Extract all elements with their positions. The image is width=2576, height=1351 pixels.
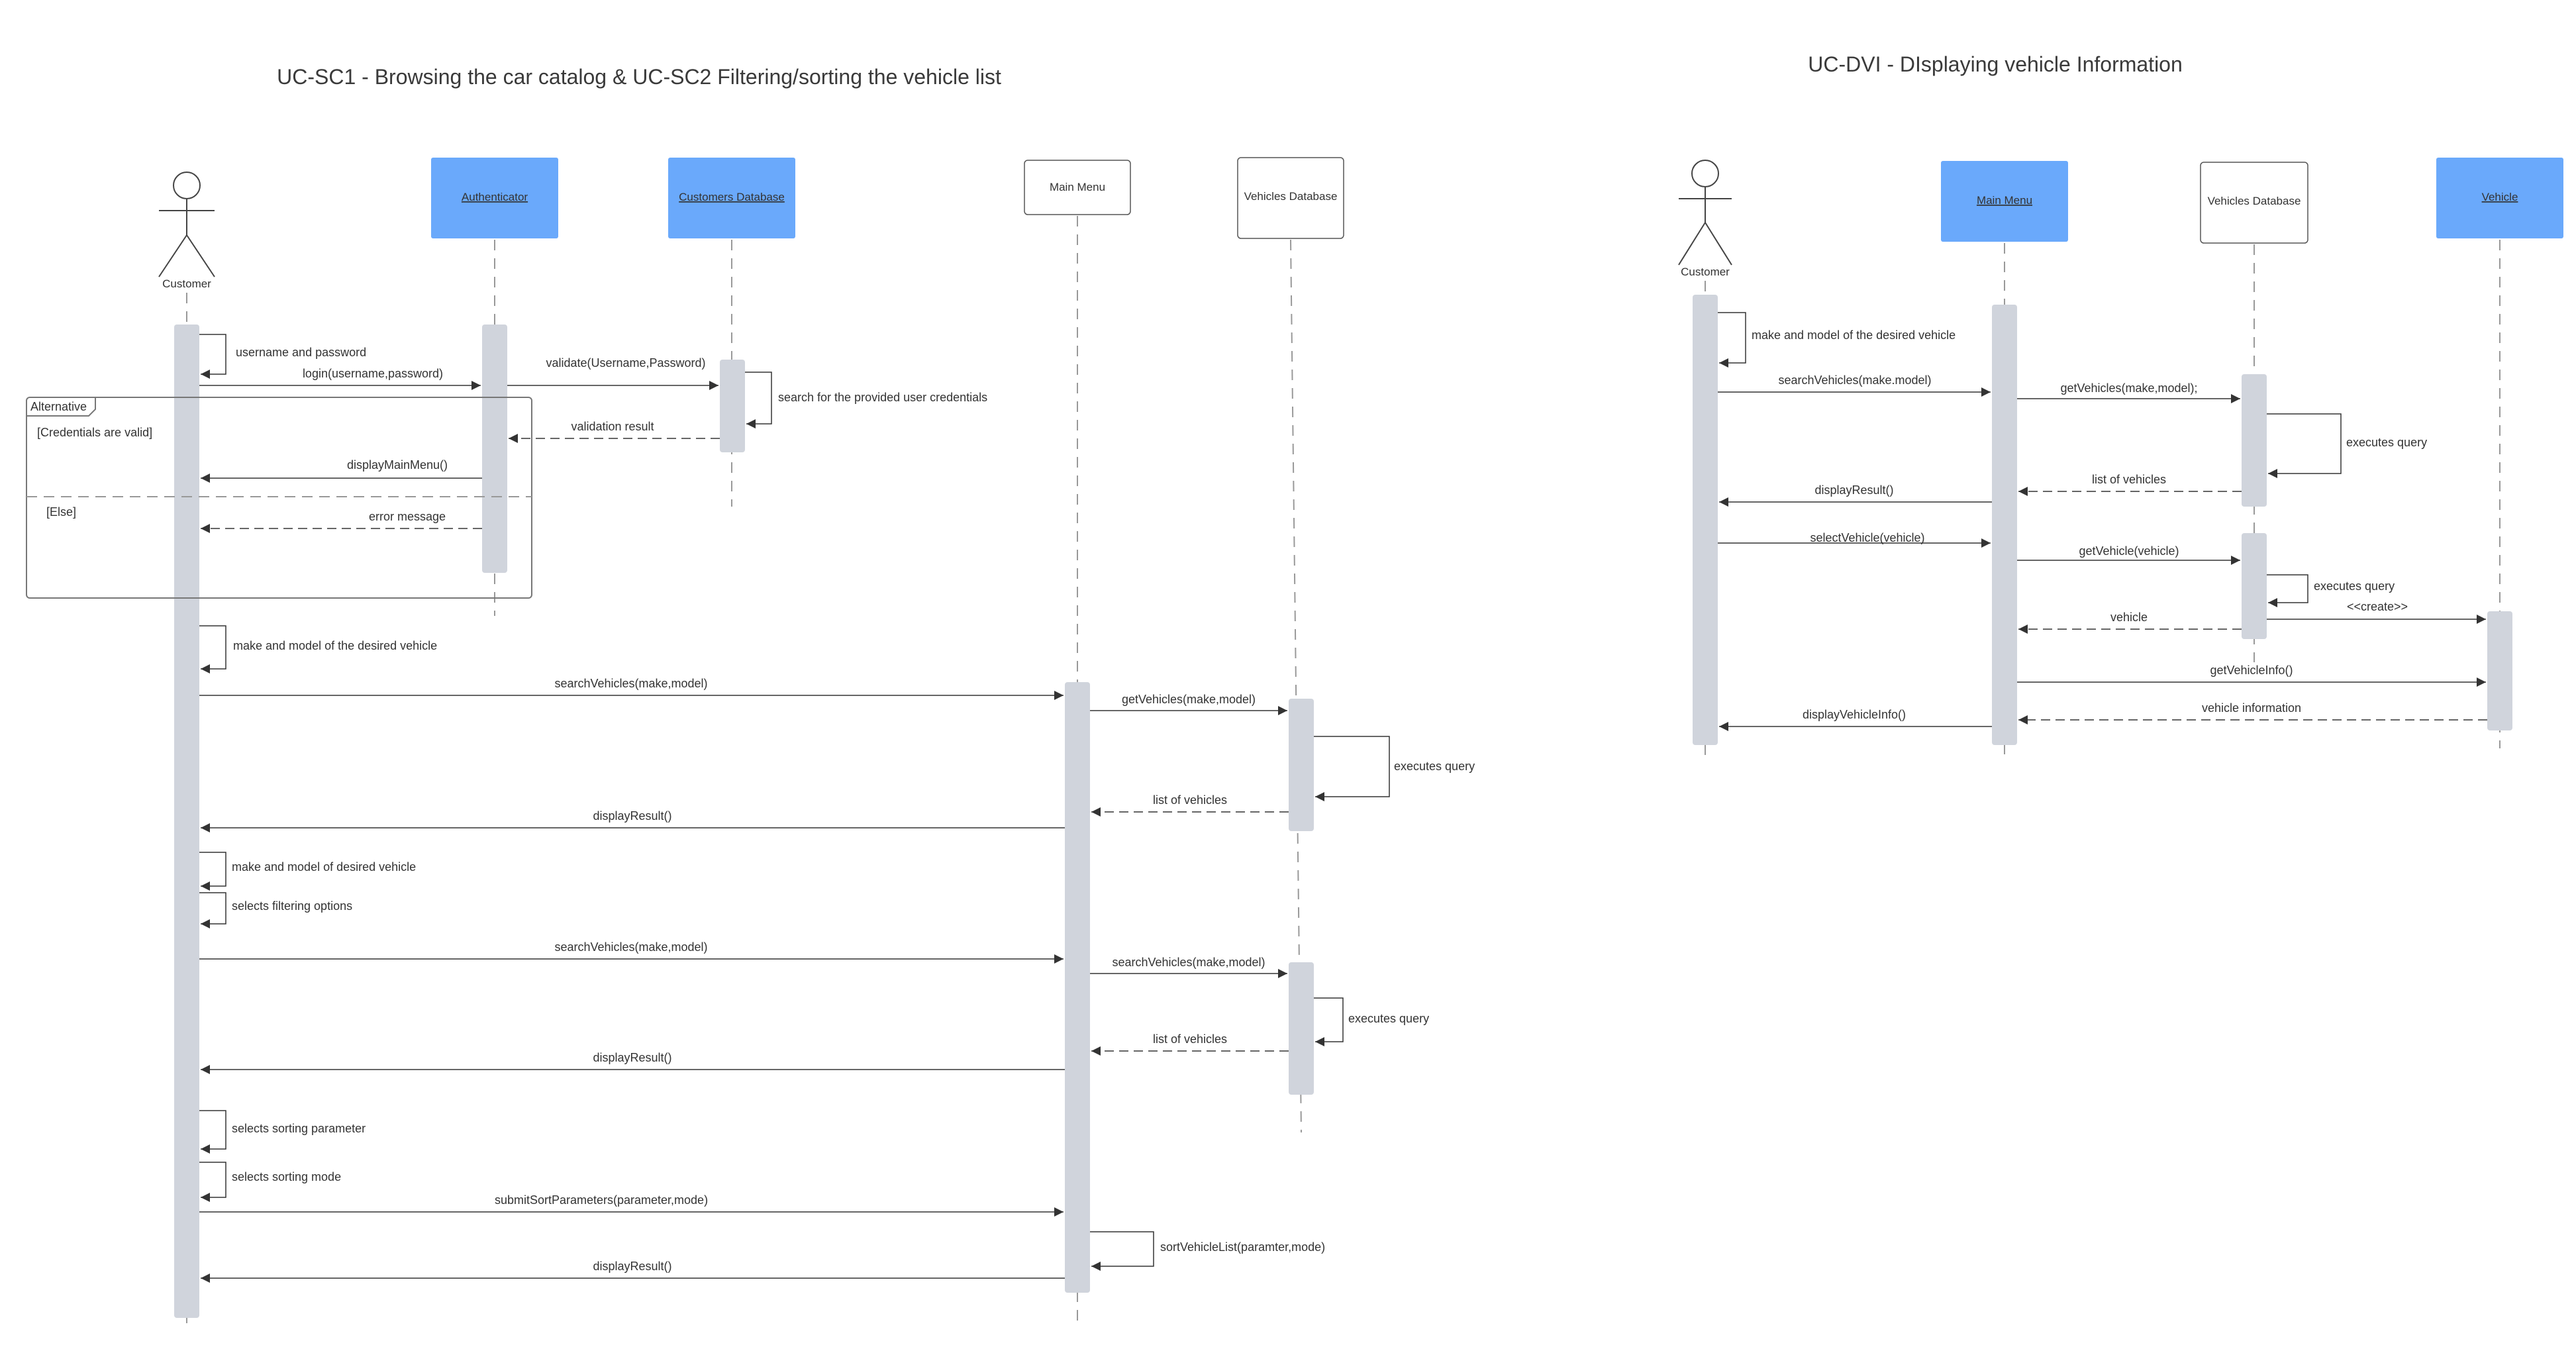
d1-msg-label: selects sorting mode [232, 1170, 341, 1183]
d1-message-labels: username and password login(username,pas… [232, 346, 1475, 1273]
d1-alt-guard-2: [Else] [46, 505, 76, 519]
d1-msg-label: searchVehicles(make,model) [554, 677, 707, 690]
d2-msg-label: <<create>> [2347, 600, 2408, 613]
d1-msg-label: search for the provided user credentials [778, 391, 987, 404]
d2-msg-label: executes query [2314, 579, 2395, 593]
d1-msg-label: make and model of desired vehicle [232, 860, 416, 874]
d1-msg-label: displayResult() [593, 809, 671, 823]
d1-msg-label: error message [369, 510, 446, 523]
d1-msg-label: selects sorting parameter [232, 1122, 366, 1135]
d1-customer-label: Customer [162, 277, 211, 290]
d1-main-menu-label: Main Menu [1050, 181, 1105, 193]
d1-msg-label: displayResult() [593, 1051, 671, 1064]
d1-msg-label: sortVehicleList(paramter,mode) [1160, 1240, 1325, 1254]
d2-msg-label: executes query [2346, 436, 2427, 449]
d1-msg-label: validate(Username,Password) [546, 356, 705, 370]
d1-msg-label: getVehicles(make,model) [1122, 693, 1256, 706]
d1-msg-label: list of vehicles [1153, 793, 1227, 807]
d2-msg-label: displayVehicleInfo() [1803, 708, 1906, 721]
d1-msg-label: executes query [1348, 1012, 1429, 1025]
d1-alt-label: Alternative [30, 400, 87, 413]
d1-msg-label: searchVehicles(make,model) [554, 940, 707, 954]
d1-vehicles-db-label: Vehicles Database [1244, 190, 1338, 203]
d1-activations [174, 325, 1314, 1318]
d1-authenticator-label: Authenticator [462, 191, 528, 203]
d2-msg-label: vehicle [2110, 611, 2148, 624]
d1-msg-label: validation result [571, 420, 654, 433]
d1-customer-actor [158, 172, 215, 277]
d1-msg-label: searchVehicles(make,model) [1112, 956, 1265, 969]
d1-alt-guard-1: [Credentials are valid] [37, 426, 152, 439]
d1-msg-label: displayResult() [593, 1260, 671, 1273]
d1-msg-label: login(username,password) [303, 367, 443, 380]
sequence-diagrams: UC-SC1 - Browsing the car catalog & UC-S… [26, 52, 2563, 1331]
diagram-2-title: UC-DVI - DIsplaying vehicle Information [1808, 52, 2183, 76]
diagram-1-title: UC-SC1 - Browsing the car catalog & UC-S… [277, 65, 1001, 89]
d2-msg-label: getVehicle(vehicle) [2079, 544, 2179, 558]
diagram-2: UC-DVI - DIsplaying vehicle Information … [1678, 52, 2563, 762]
d2-msg-label: make and model of the desired vehicle [1752, 328, 1956, 342]
d2-main-menu-label: Main Menu [1977, 194, 2032, 207]
d2-customer-actor [1678, 160, 1732, 266]
d2-msg-label: list of vehicles [2092, 473, 2166, 486]
d2-msg-label: getVehicles(make,model); [2060, 381, 2197, 395]
d2-vehicle-label: Vehicle [2482, 191, 2518, 203]
d2-msg-label: searchVehicles(make.model) [1778, 374, 1931, 387]
d1-msg-label: list of vehicles [1153, 1032, 1227, 1046]
d2-msg-label: getVehicleInfo() [2210, 664, 2293, 677]
d2-lifelines [1705, 240, 2501, 762]
d2-msg-label: vehicle information [2202, 701, 2301, 715]
d1-msg-label: selects filtering options [232, 899, 352, 913]
diagram-1: UC-SC1 - Browsing the car catalog & UC-S… [26, 65, 1475, 1331]
d2-msg-label: displayResult() [1814, 483, 1893, 497]
d1-customers-db-label: Customers Database [679, 191, 785, 203]
d1-msg-label: make and model of the desired vehicle [233, 639, 437, 652]
d1-msg-label: username and password [236, 346, 366, 359]
d2-vehicles-db-label: Vehicles Database [2208, 195, 2301, 207]
d1-msg-label: executes query [1394, 760, 1475, 773]
d2-customer-label: Customer [1681, 266, 1730, 278]
d2-activations [1693, 295, 2512, 745]
d2-message-labels: make and model of the desired vehicle se… [1752, 328, 2427, 721]
d1-msg-label: displayMainMenu() [347, 458, 448, 472]
d2-msg-label: selectVehicle(vehicle) [1810, 531, 1924, 544]
d1-msg-label: submitSortParameters(parameter,mode) [495, 1193, 708, 1207]
